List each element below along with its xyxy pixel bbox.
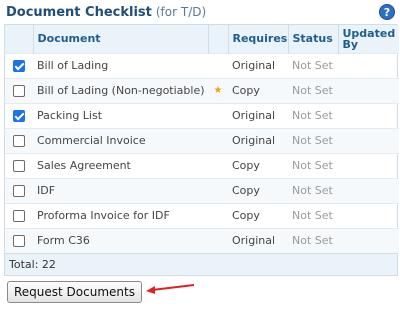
table-row[interactable]: IDF Copy Not Set [5,177,399,203]
panel-header: Document Checklist (for T/D) [0,0,400,24]
status-value: Not Set [288,102,338,128]
row-checkbox[interactable] [13,210,25,222]
updated-by-value [338,227,399,253]
status-value: Not Set [288,152,338,178]
updated-by-value [338,77,399,103]
requires-value: Original [228,52,288,78]
row-checkbox-cell[interactable] [5,127,33,153]
status-column-header[interactable]: Status [287,25,338,53]
requires-value: Copy [228,77,288,103]
row-checkbox-cell[interactable] [5,152,33,178]
updated-by-value [338,102,399,128]
row-checkbox-cell[interactable] [5,202,33,228]
status-value: Not Set [288,52,338,78]
status-value: Not Set [288,202,338,228]
document-name: Bill of Lading (Non-negotiable) [33,77,208,103]
updated-by-column-header[interactable]: Updated By [337,25,399,53]
status-value: Not Set [288,227,338,253]
row-checkbox[interactable] [13,85,25,97]
panel-subtitle: (for T/D) [155,5,207,19]
row-checkbox-cell[interactable] [5,52,33,78]
requires-value: Copy [228,202,288,228]
document-column-header[interactable]: Document [32,25,208,53]
star-icon [208,227,228,253]
row-checkbox[interactable] [13,160,25,172]
flag-column-header [207,25,228,53]
table-row[interactable]: Form C36 Original Not Set [5,227,399,253]
document-checklist-grid: Document Requires Status Updated By Bill… [4,24,399,276]
requires-value: Copy [228,177,288,203]
status-value: Not Set [288,77,338,103]
updated-by-value [338,127,399,153]
requires-value: Original [228,127,288,153]
table-row[interactable]: Bill of Lading Original Not Set [5,52,399,78]
table-row[interactable]: Commercial Invoice Original Not Set [5,127,399,153]
star-icon [208,202,228,228]
table-row[interactable]: Proforma Invoice for IDF Copy Not Set [5,202,399,228]
document-name: Commercial Invoice [33,127,208,153]
document-name: Packing List [33,102,208,128]
requires-value: Original [228,102,288,128]
row-checkbox[interactable] [13,235,25,248]
updated-by-value [338,202,399,228]
star-icon [208,102,228,128]
help-icon[interactable]: ? [379,4,395,20]
total-count: Total: 22 [5,253,397,275]
row-checkbox-cell[interactable] [5,77,33,103]
star-icon: ★ [208,77,228,103]
row-checkbox-cell[interactable] [5,227,33,253]
row-checkbox[interactable] [13,135,25,147]
table-row[interactable]: Sales Agreement Copy Not Set [5,152,399,178]
document-name: Proforma Invoice for IDF [33,202,208,228]
status-value: Not Set [288,127,338,153]
select-column-header [5,25,33,53]
row-checkbox-cell[interactable] [5,102,33,128]
document-name: Bill of Lading [33,52,208,78]
red-arrow-icon [146,284,195,294]
status-value: Not Set [288,177,338,203]
star-icon [208,177,228,203]
row-checkbox[interactable] [13,60,25,72]
table-row[interactable]: Packing List Original Not Set [5,102,399,128]
row-checkbox-cell[interactable] [5,177,33,203]
requires-value: Original [228,227,288,253]
star-icon [208,52,228,78]
table-row[interactable]: Bill of Lading (Non-negotiable) ★ Copy Not … [5,77,399,103]
table-header-row: Document Requires Status Updated By [5,25,399,53]
document-name: Sales Agreement [33,152,208,178]
requires-value: Copy [228,152,288,178]
panel-title: Document Checklist [6,4,152,20]
updated-by-value [338,177,399,203]
document-name: Form C36 [33,227,208,253]
request-documents-button[interactable]: Request Documents [7,281,142,303]
star-icon [208,127,228,153]
requires-column-header[interactable]: Requires [227,25,288,53]
document-name: IDF [33,177,208,203]
row-checkbox[interactable] [13,185,25,197]
updated-by-value [338,152,399,178]
row-checkbox[interactable] [13,110,25,122]
document-table: Document Requires Status Updated By Bill… [5,25,399,253]
star-icon [208,152,228,178]
updated-by-value [338,52,399,78]
